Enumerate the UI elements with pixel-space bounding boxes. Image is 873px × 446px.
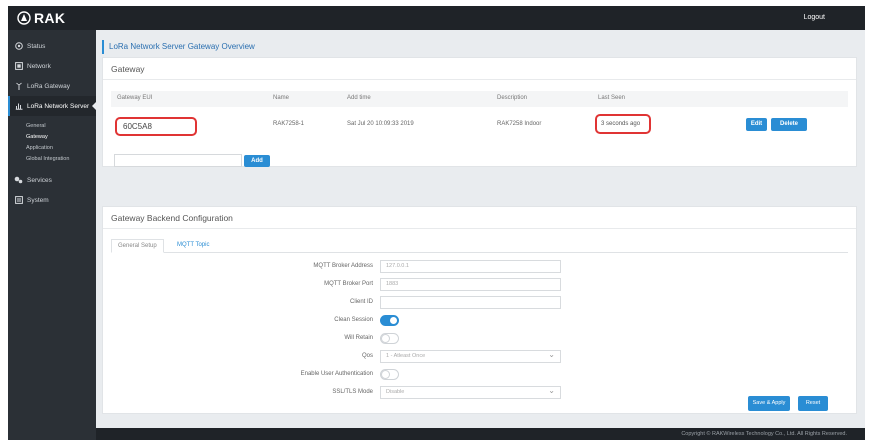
app-frame: RAK Logout Status Network LoRa Gateway L… — [8, 6, 865, 440]
tab-general-setup[interactable]: General Setup — [111, 239, 164, 253]
gateway-panel: Gateway Gateway EUI Name Add time Descri… — [102, 57, 857, 167]
client-id-input[interactable] — [380, 296, 561, 309]
sidebar-item-services[interactable]: Services — [8, 170, 96, 190]
network-icon — [14, 62, 23, 71]
sidebar-item-network[interactable]: Network — [8, 56, 96, 76]
toggle-knob — [389, 316, 398, 325]
gateway-last-seen-cell: 3 seconds ago — [595, 114, 651, 134]
system-icon — [14, 196, 23, 205]
new-gateway-eui-input[interactable] — [114, 154, 242, 167]
sidebar-item-label: System — [27, 196, 49, 204]
client-id-label: Client ID — [349, 299, 373, 305]
form-row-qos: Qos 1 - Atleast Once — [103, 349, 858, 364]
status-icon — [14, 42, 23, 51]
footer-copyright: Copyright © RAKWireless Technology Co., … — [96, 428, 865, 440]
tab-mqtt-topic[interactable]: MQTT Topic — [171, 239, 215, 253]
toggle-knob — [381, 370, 390, 379]
broker-port-input[interactable]: 1883 — [380, 278, 561, 291]
backend-config-panel: Gateway Backend Configuration General Se… — [102, 206, 857, 414]
brand-logo[interactable]: RAK — [17, 10, 65, 26]
sidebar-item-lora-gateway[interactable]: LoRa Gateway — [8, 76, 96, 96]
config-tabs: General Setup MQTT Topic — [111, 239, 848, 253]
sidebar-item-label: LoRa Network Server — [27, 102, 90, 110]
services-icon — [14, 176, 23, 185]
sidebar-item-label: LoRa Gateway — [27, 82, 70, 90]
ssl-tls-label: SSL/TLS Mode — [332, 389, 373, 395]
sidebar-subitem-global-integration[interactable]: Global Integration — [8, 153, 96, 164]
gateway-name-cell: RAK7258-1 — [273, 121, 305, 127]
form-row-broker-port: MQTT Broker Port 1883 — [103, 278, 858, 292]
user-auth-toggle[interactable] — [380, 369, 399, 380]
backend-panel-title: Gateway Backend Configuration — [103, 207, 856, 229]
sidebar-item-status[interactable]: Status — [8, 36, 96, 56]
top-bar: RAK Logout — [8, 6, 865, 30]
add-gateway-button[interactable]: Add — [244, 155, 270, 167]
col-gateway-eui: Gateway EUI — [117, 95, 153, 101]
qos-label: Qos — [361, 353, 373, 359]
broker-address-input[interactable]: 127.0.0.1 — [380, 260, 561, 273]
page-title: LoRa Network Server Gateway Overview — [102, 40, 857, 54]
gateway-add-time-cell: Sat Jul 20 10:09:33 2019 — [347, 121, 414, 127]
form-row-user-auth: Enable User Authentication — [103, 368, 858, 382]
sidebar-submenu: General Gateway Application Global Integ… — [8, 116, 96, 170]
gateway-table-header: Gateway EUI Name Add time Description La… — [111, 91, 848, 107]
sidebar: Status Network LoRa Gateway LoRa Network… — [8, 30, 97, 440]
chart-icon — [14, 102, 23, 111]
reset-button[interactable]: Reset — [798, 396, 828, 411]
col-description: Description — [497, 95, 528, 101]
save-apply-button[interactable]: Save & Apply — [748, 396, 790, 411]
form-row-broker-address: MQTT Broker Address 127.0.0.1 — [103, 260, 858, 274]
form-row-clean-session: Clean Session — [103, 314, 858, 328]
sidebar-item-lora-network-server[interactable]: LoRa Network Server — [8, 96, 97, 116]
gateway-description-cell: RAK7258 Indoor — [497, 121, 542, 127]
gateway-eui-cell[interactable]: 60C5A8 — [115, 117, 197, 136]
brand-name: RAK — [34, 10, 66, 26]
form-row-will-retain: Will Retain — [103, 332, 858, 346]
clean-session-toggle[interactable] — [380, 315, 399, 326]
rak-logo-icon — [17, 11, 31, 25]
toggle-knob — [381, 334, 390, 343]
col-last-seen: Last Seen — [598, 95, 626, 101]
user-auth-label: Enable User Authentication — [300, 371, 373, 377]
edit-button[interactable]: Edit — [746, 118, 767, 131]
main-content: LoRa Network Server Gateway Overview Gat… — [96, 30, 865, 428]
sidebar-item-label: Network — [27, 62, 51, 70]
logout-link[interactable]: Logout — [804, 14, 825, 21]
qos-select[interactable]: 1 - Atleast Once — [380, 349, 561, 363]
delete-button[interactable]: Delete — [771, 118, 807, 131]
clean-session-label: Clean Session — [334, 317, 373, 323]
will-retain-label: Will Retain — [344, 335, 373, 341]
table-row: 60C5A8 RAK7258-1 Sat Jul 20 10:09:33 201… — [111, 112, 848, 136]
ssl-tls-select[interactable]: Disable — [380, 385, 561, 399]
sidebar-subitem-general[interactable]: General — [8, 120, 96, 131]
col-name: Name — [273, 95, 290, 101]
sidebar-subitem-gateway[interactable]: Gateway — [8, 131, 96, 142]
form-row-client-id: Client ID — [103, 296, 858, 310]
sidebar-item-system[interactable]: System — [8, 190, 96, 210]
sidebar-item-label: Status — [27, 42, 46, 50]
gateway-panel-title: Gateway — [103, 58, 856, 80]
sidebar-subitem-application[interactable]: Application — [8, 142, 96, 153]
col-add-time: Add time — [347, 95, 371, 101]
antenna-icon — [14, 82, 23, 91]
form-row-ssl-tls: SSL/TLS Mode Disable — [103, 385, 858, 400]
broker-port-label: MQTT Broker Port — [324, 281, 373, 287]
will-retain-toggle[interactable] — [380, 333, 399, 344]
broker-address-label: MQTT Broker Address — [313, 263, 373, 269]
sidebar-item-label: Services — [27, 176, 52, 184]
